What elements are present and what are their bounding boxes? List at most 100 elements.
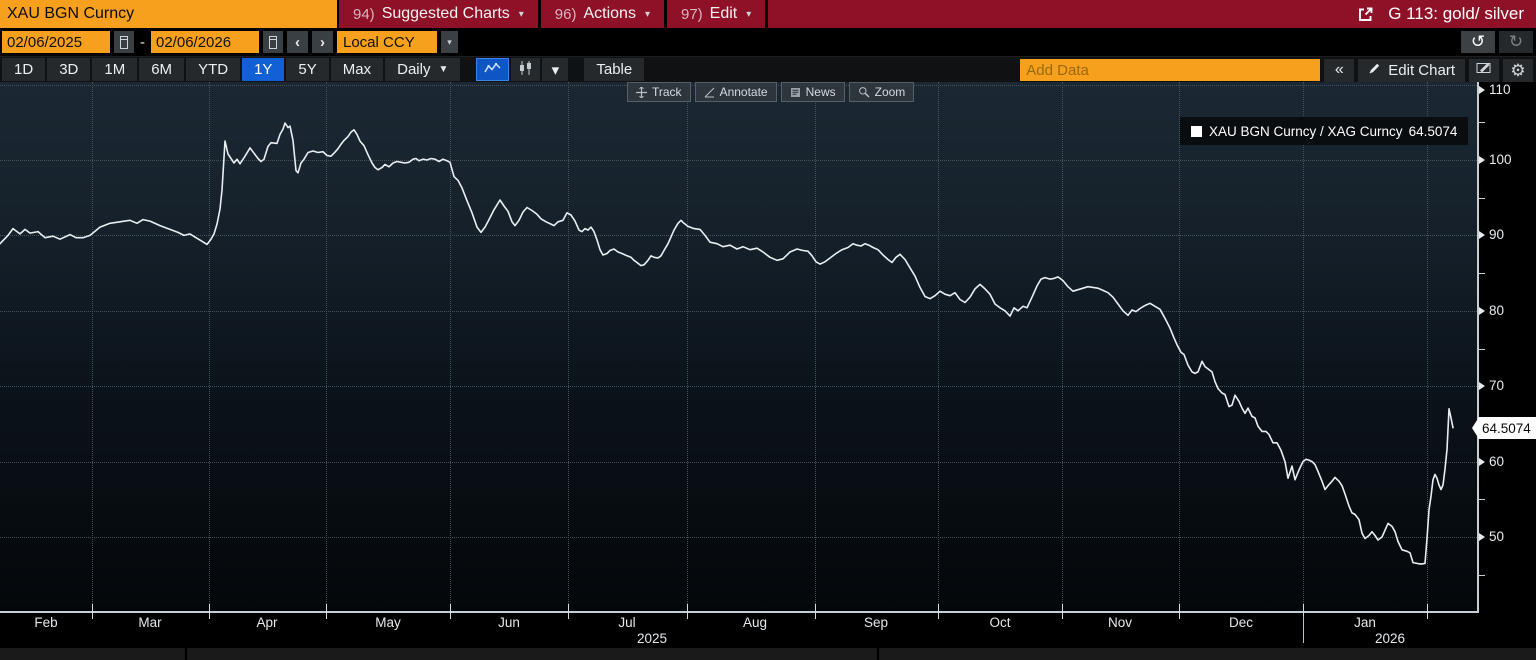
redo-button[interactable]: ↻: [1499, 31, 1533, 53]
y-axis-minor-tick: [1478, 273, 1485, 275]
chart-style-button[interactable]: [1469, 58, 1499, 82]
pencil-icon: [1368, 62, 1381, 79]
period-select-button[interactable]: Daily ▼: [385, 58, 461, 81]
x-axis-month-label: May: [375, 615, 401, 630]
menu-suggested-charts[interactable]: 94) Suggested Charts ▾: [339, 0, 538, 28]
calendar-icon: [120, 35, 128, 49]
x-axis-month-label: Jun: [498, 615, 520, 630]
menu-label: Suggested Charts: [381, 5, 510, 22]
bloomberg-chart-window: XAU BGN Curncy 94) Suggested Charts ▾ 96) Ac…: [0, 0, 1536, 660]
start-date-field[interactable]: [2, 31, 110, 53]
undo-button[interactable]: ↺: [1461, 31, 1495, 53]
candlestick-icon: [518, 60, 533, 79]
chart-legend[interactable]: XAU BGN Curncy / XAG Curncy 64.5074: [1180, 117, 1469, 145]
y-axis-tick-label: 90: [1489, 227, 1505, 243]
chart-type-dropdown-button[interactable]: ▾: [542, 58, 569, 81]
last-price-value: 64.5074: [1482, 420, 1531, 436]
x-axis-tick: [938, 604, 939, 619]
menu-shortcut-number: 96): [554, 5, 577, 23]
x-axis-tick: [687, 604, 688, 619]
chevron-down-icon: ▾: [447, 36, 452, 47]
chart-tool-track[interactable]: Track: [627, 82, 691, 102]
x-axis-month-label: Jul: [618, 615, 636, 630]
chart-tool-label: Track: [652, 85, 682, 99]
candlestick-chart-type-button[interactable]: [511, 58, 541, 81]
x-axis-month-label: Mar: [138, 615, 162, 630]
x-axis-year-label: 2025: [636, 631, 668, 646]
currency-select[interactable]: Local CCY: [337, 31, 437, 53]
chart-tool-news[interactable]: News: [780, 82, 845, 102]
y-axis-tick-label: 70: [1489, 378, 1505, 394]
security-ticker-field[interactable]: XAU BGN Curncy: [0, 0, 337, 28]
range-button-1m[interactable]: 1M: [92, 58, 138, 81]
chart-edit-icon: [1476, 61, 1493, 79]
x-axis-tick: [1179, 604, 1180, 619]
x-axis-month-label: Oct: [989, 615, 1011, 630]
table-button-label: Table: [596, 61, 633, 78]
range-button-ytd[interactable]: YTD: [186, 58, 241, 81]
menu-actions[interactable]: 96) Actions ▾: [540, 0, 664, 28]
x-axis-month-label: Dec: [1228, 615, 1254, 630]
chevron-left-icon: ‹: [295, 33, 300, 51]
series-swatch: [1191, 125, 1202, 137]
strip-divider: [877, 648, 879, 660]
line-chart-type-button[interactable]: [476, 58, 510, 81]
toolbar-right-group: « Edit Chart ⚙: [1020, 58, 1533, 82]
edit-chart-label: Edit Chart: [1388, 61, 1455, 79]
shift-range-forward-button[interactable]: ›: [312, 31, 333, 53]
shift-range-back-button[interactable]: ‹: [287, 31, 308, 53]
range-button-6m[interactable]: 6M: [139, 58, 185, 81]
x-axis-tick: [815, 604, 816, 619]
start-date-calendar-button[interactable]: [114, 31, 134, 53]
menu-items: 94) Suggested Charts ▾ 96) Actions ▾ 97) Edit ▾: [339, 0, 768, 28]
y-axis-tick-arrow: [1479, 306, 1485, 315]
angle-icon: [704, 87, 715, 98]
x-axis-tick: [209, 604, 210, 619]
currency-value: Local CCY: [343, 33, 415, 51]
menu-label: Edit: [709, 5, 738, 22]
menu-shortcut-number: 97): [680, 5, 703, 23]
chart-tool-label: Annotate: [719, 85, 768, 99]
series-last-value: 64.5074: [1408, 123, 1458, 139]
edit-chart-button[interactable]: Edit Chart: [1358, 58, 1465, 82]
collapse-panel-button[interactable]: «: [1324, 58, 1355, 82]
range-button-5y[interactable]: 5Y: [286, 58, 329, 81]
x-axis-month-label: Jan: [1354, 615, 1376, 630]
x-axis-month-label: Sep: [863, 615, 889, 630]
chart-tool-zoom[interactable]: Zoom: [848, 82, 915, 102]
end-date-field[interactable]: [151, 31, 259, 53]
x-axis-tick: [1427, 604, 1428, 619]
chevron-down-icon: ▾: [551, 61, 560, 79]
security-ticker-text: XAU BGN Curncy: [7, 5, 135, 22]
add-data-input[interactable]: [1020, 59, 1321, 81]
last-price-tag: 64.5074: [1472, 417, 1536, 439]
x-axis-month-label: Apr: [256, 615, 278, 630]
range-button-1d[interactable]: 1D: [2, 58, 46, 81]
currency-dropdown-button[interactable]: ▾: [441, 31, 458, 53]
chevron-right-icon: ›: [320, 33, 325, 51]
chevron-down-icon: ▾: [518, 8, 524, 20]
y-axis-minor-tick: [1478, 348, 1485, 350]
price-line: [0, 122, 1454, 565]
export-icon[interactable]: [1357, 6, 1374, 23]
chart-tool-annotate[interactable]: Annotate: [694, 82, 777, 102]
date-range-bar: - ‹ › Local CCY ▾ ↺ ↻: [0, 28, 1536, 56]
strip-divider: [185, 648, 187, 660]
undo-icon: ↺: [1470, 32, 1486, 51]
y-axis-minor-tick: [1478, 499, 1485, 501]
menu-label: Actions: [583, 5, 636, 22]
y-axis-tick-arrow: [1479, 382, 1485, 391]
menu-edit[interactable]: 97) Edit ▾: [666, 0, 766, 28]
y-axis-tick-label: 110: [1489, 82, 1511, 97]
chart-plot-area[interactable]: Track Annotate News Zoom XAU BGN Curncy / X…: [0, 82, 1477, 612]
x-axis-month-label: Feb: [34, 615, 58, 630]
table-button[interactable]: Table: [584, 58, 645, 81]
x-axis-tick: [1062, 604, 1063, 619]
settings-button[interactable]: ⚙: [1503, 58, 1533, 82]
range-button-3d[interactable]: 3D: [47, 58, 91, 81]
x-axis-tick: [450, 604, 451, 619]
range-button-1y[interactable]: 1Y: [242, 58, 285, 81]
chart-toolbar: 1D 3D 1M 6M YTD 1Y 5Y Max Daily ▼ ▾ Tabl…: [0, 56, 1536, 82]
end-date-calendar-button[interactable]: [263, 31, 283, 53]
range-button-max[interactable]: Max: [330, 58, 384, 81]
